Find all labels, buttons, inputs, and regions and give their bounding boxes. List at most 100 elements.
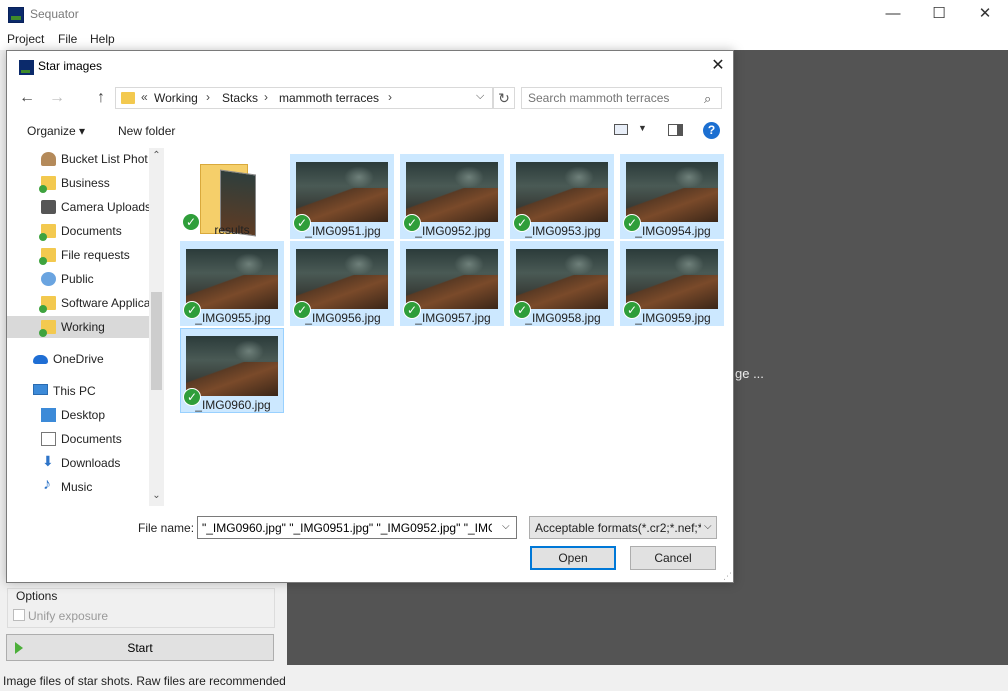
open-button[interactable]: Open <box>530 546 616 570</box>
image-thumbnail <box>516 249 608 309</box>
status-bar: Image files of star shots. Raw files are… <box>0 671 1008 691</box>
file-item-image[interactable]: ✓ _IMG0960.jpg <box>180 328 284 413</box>
file-item-image[interactable]: ✓ _IMG0957.jpg <box>400 241 504 326</box>
refresh-button[interactable]: ↻ <box>493 87 515 109</box>
dialog-close-button[interactable]: ✕ <box>703 53 733 79</box>
nav-item-software-applications[interactable]: Software Applica <box>7 292 149 314</box>
nav-item-music[interactable]: Music <box>7 476 149 498</box>
help-icon[interactable]: ? <box>703 122 720 139</box>
file-item-image[interactable]: ✓ _IMG0954.jpg <box>620 154 724 239</box>
preview-pane-icon[interactable] <box>668 124 683 136</box>
address-overflow[interactable]: « <box>141 90 148 104</box>
navigation-pane: Bucket List Phot Business Camera Uploads… <box>7 148 149 506</box>
new-folder-button[interactable]: New folder <box>118 124 175 138</box>
file-name: _IMG0958.jpg <box>525 311 601 325</box>
unify-exposure-checkbox[interactable] <box>13 609 25 621</box>
image-thumbnail <box>626 162 718 222</box>
start-button[interactable]: Start <box>6 634 274 661</box>
nav-item-camera-uploads[interactable]: Camera Uploads <box>7 196 149 218</box>
image-thumbnail <box>406 162 498 222</box>
file-item-results-folder[interactable]: ✓ results <box>180 154 284 239</box>
nav-item-onedrive[interactable]: OneDrive <box>7 348 149 370</box>
scroll-up-arrow[interactable]: ⌃ <box>149 150 164 161</box>
file-name: _IMG0951.jpg <box>305 224 381 238</box>
nav-item-documents[interactable]: Documents <box>7 428 149 450</box>
sequator-app-icon <box>8 7 24 23</box>
nav-label: Working <box>61 320 105 334</box>
nav-label: Business <box>61 176 110 190</box>
downloads-icon <box>41 453 56 470</box>
scroll-down-arrow[interactable]: ⌄ <box>149 490 164 501</box>
menu-project[interactable]: Project <box>7 32 44 46</box>
people-folder-icon <box>41 152 56 166</box>
menu-help[interactable]: Help <box>90 32 115 46</box>
onedrive-icon <box>33 355 48 364</box>
file-item-image[interactable]: ✓ _IMG0959.jpg <box>620 241 724 326</box>
minimize-button[interactable]: — <box>870 0 916 30</box>
nav-label: Camera Uploads <box>61 200 149 214</box>
image-thumbnail <box>296 162 388 222</box>
chevron-down-icon[interactable]: ⌵ <box>502 521 510 532</box>
close-window-button[interactable]: ✕ <box>962 0 1008 30</box>
nav-item-business[interactable]: Business <box>7 172 149 194</box>
file-name-combobox[interactable]: ⌵ <box>197 516 517 539</box>
start-label: Start <box>127 641 153 655</box>
breadcrumb-stacks[interactable]: Stacks <box>222 91 258 105</box>
breadcrumb-mammoth-terraces[interactable]: mammoth terraces <box>279 91 379 105</box>
chevron-down-icon[interactable]: ⌵ <box>704 521 712 532</box>
file-item-image[interactable]: ✓ _IMG0956.jpg <box>290 241 394 326</box>
breadcrumb-working[interactable]: Working <box>154 91 198 105</box>
forward-button[interactable]: → <box>47 88 67 108</box>
nav-item-desktop[interactable]: Desktop <box>7 404 149 426</box>
music-icon <box>41 476 56 494</box>
nav-item-public[interactable]: Public <box>7 268 149 290</box>
resize-grip[interactable]: ⋰ <box>723 571 732 582</box>
title-bar: Sequator — ☐ ✕ <box>0 0 1008 30</box>
file-type-select[interactable]: Acceptable formats(*.cr2;*.nef;* ⌵ <box>529 516 717 539</box>
back-button[interactable]: ← <box>17 88 37 108</box>
nav-item-working[interactable]: Working <box>7 316 149 338</box>
cancel-button[interactable]: Cancel <box>630 546 716 570</box>
nav-item-downloads[interactable]: Downloads <box>7 452 149 474</box>
file-item-image[interactable]: ✓ _IMG0953.jpg <box>510 154 614 239</box>
address-bar[interactable]: « Working › Stacks › mammoth terraces › … <box>115 87 493 109</box>
nav-item-documents-dropbox[interactable]: Documents <box>7 220 149 242</box>
change-view-icon[interactable] <box>614 124 628 135</box>
breadcrumb-separator[interactable]: › <box>206 90 210 104</box>
file-item-image[interactable]: ✓ _IMG0951.jpg <box>290 154 394 239</box>
breadcrumb-separator[interactable]: › <box>264 90 268 104</box>
file-name-input[interactable] <box>202 521 492 535</box>
search-box[interactable]: ⌕ <box>521 87 722 109</box>
file-name: _IMG0960.jpg <box>195 398 271 412</box>
view-options-dropdown[interactable]: ▼ <box>638 123 647 133</box>
nav-item-bucket-list[interactable]: Bucket List Phot <box>7 148 149 170</box>
up-button[interactable]: ↑ <box>91 88 111 108</box>
nav-item-this-pc[interactable]: This PC <box>7 380 149 402</box>
folder-icon <box>121 92 135 104</box>
breadcrumb-separator[interactable]: › <box>388 90 392 104</box>
image-thumbnail <box>406 249 498 309</box>
synced-folder-icon <box>39 176 56 193</box>
maximize-button[interactable]: ☐ <box>916 0 962 30</box>
app-title: Sequator <box>30 7 79 21</box>
file-name: _IMG0956.jpg <box>305 311 381 325</box>
documents-icon <box>41 432 56 446</box>
organize-button[interactable]: Organize ▾ <box>27 124 85 138</box>
menu-file[interactable]: File <box>58 32 77 46</box>
file-name: results <box>214 223 250 237</box>
search-input[interactable] <box>528 91 698 105</box>
file-item-image[interactable]: ✓ _IMG0952.jpg <box>400 154 504 239</box>
options-title: Options <box>14 589 60 603</box>
file-item-image[interactable]: ✓ _IMG0958.jpg <box>510 241 614 326</box>
scroll-thumb[interactable] <box>151 292 162 390</box>
search-icon[interactable]: ⌕ <box>704 91 711 107</box>
image-thumbnail <box>626 249 718 309</box>
file-name: _IMG0955.jpg <box>195 311 271 325</box>
address-dropdown-icon[interactable]: ⌵ <box>476 90 484 103</box>
nav-scrollbar[interactable]: ⌃ ⌄ <box>149 148 164 506</box>
file-item-image[interactable]: ✓ _IMG0955.jpg <box>180 241 284 326</box>
nav-item-file-requests[interactable]: File requests <box>7 244 149 266</box>
file-name: _IMG0954.jpg <box>635 224 711 238</box>
nav-label: Public <box>61 272 94 286</box>
unify-exposure-label: Unify exposure <box>28 609 109 623</box>
